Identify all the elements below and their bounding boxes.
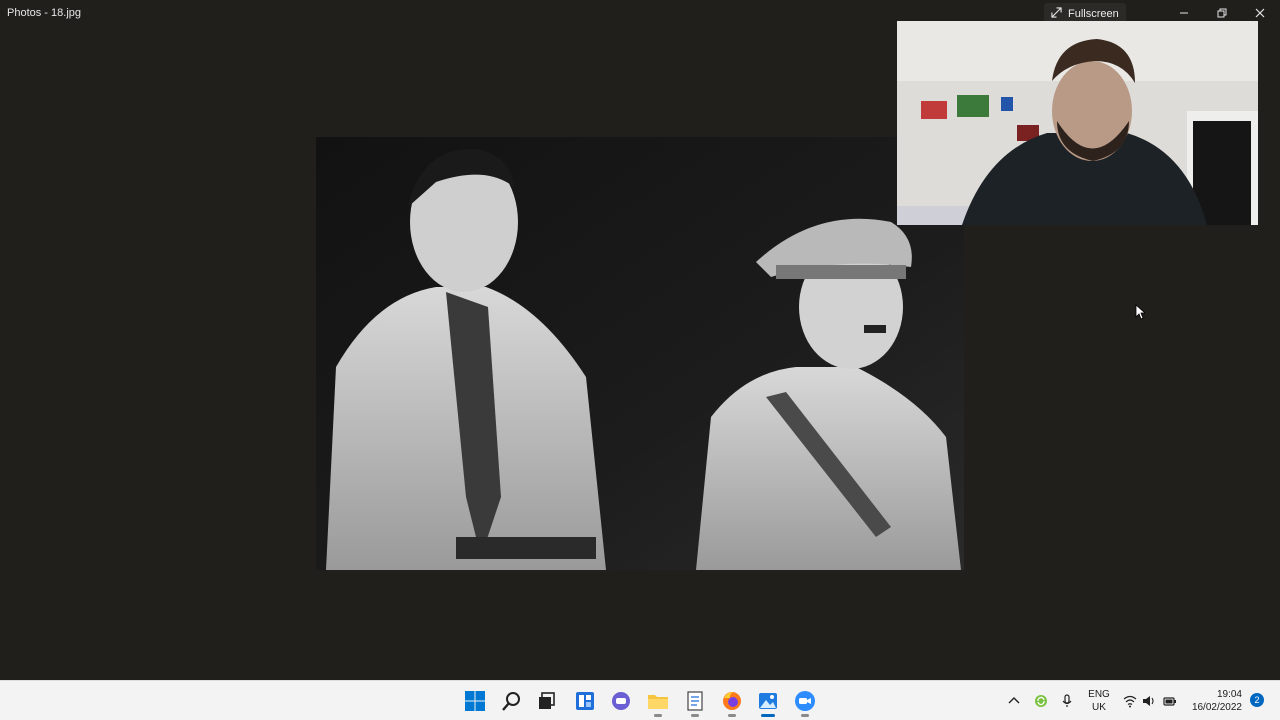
language-code: ENG [1088,689,1110,700]
network-button[interactable] [1122,693,1138,709]
search-button[interactable] [500,689,524,713]
file-explorer-button[interactable] [646,689,670,713]
chevron-up-icon [1008,697,1020,704]
chat-button[interactable] [609,689,633,713]
notepad-button[interactable] [683,689,707,713]
widgets-icon [576,692,594,710]
search-icon [502,692,520,711]
zoom-icon [795,691,815,711]
battery-button[interactable] [1162,693,1178,709]
firefox-icon [723,692,741,710]
zoom-button[interactable] [793,689,817,713]
mouse-cursor-icon [1135,304,1145,320]
active-indicator [761,714,775,717]
expand-icon [1051,6,1062,21]
widgets-button[interactable] [573,689,597,713]
task-view-icon [539,692,555,709]
photo-image [316,137,964,570]
running-indicator [801,714,809,717]
firefox-button[interactable] [720,689,744,713]
webcam-overlay[interactable] [897,21,1258,225]
minimize-button[interactable] [1170,4,1198,22]
clock-time: 19:04 [1216,689,1242,700]
close-button[interactable] [1246,4,1274,22]
volume-button[interactable] [1141,693,1157,709]
task-view-button[interactable] [534,689,558,713]
input-language-indicator[interactable]: ENG UK [1088,688,1110,714]
photos-icon [759,693,777,709]
wifi-icon [1123,695,1137,708]
sync-icon [1035,695,1047,707]
photos-button[interactable] [756,689,780,713]
clock[interactable]: 19:04 16/02/2022 [1186,688,1242,714]
restore-icon [1217,8,1227,18]
microphone-tray-button[interactable] [1059,693,1075,709]
running-indicator [691,714,699,717]
folder-icon [648,695,668,709]
running-indicator [654,714,662,717]
language-region: UK [1092,702,1106,713]
taskbar: ENG UK 19:04 16/02/2022 [0,680,1280,720]
sync-tray-button[interactable] [1033,693,1049,709]
minimize-icon [1180,12,1188,14]
microphone-icon [1062,694,1072,707]
show-hidden-icons-button[interactable] [1006,693,1022,709]
close-icon [1255,8,1265,18]
fullscreen-label: Fullscreen [1068,7,1119,20]
notepad-icon [687,691,703,711]
volume-icon [1143,696,1154,706]
windows-logo-icon [465,691,485,711]
notification-count-badge[interactable]: 2 [1250,693,1264,707]
window-title: Photos - 18.jpg [7,7,81,19]
restore-button[interactable] [1208,4,1236,22]
teams-chat-icon [612,692,630,710]
clock-date: 16/02/2022 [1191,702,1242,713]
battery-icon [1163,697,1176,706]
start-button[interactable] [463,689,487,713]
running-indicator [728,714,736,717]
